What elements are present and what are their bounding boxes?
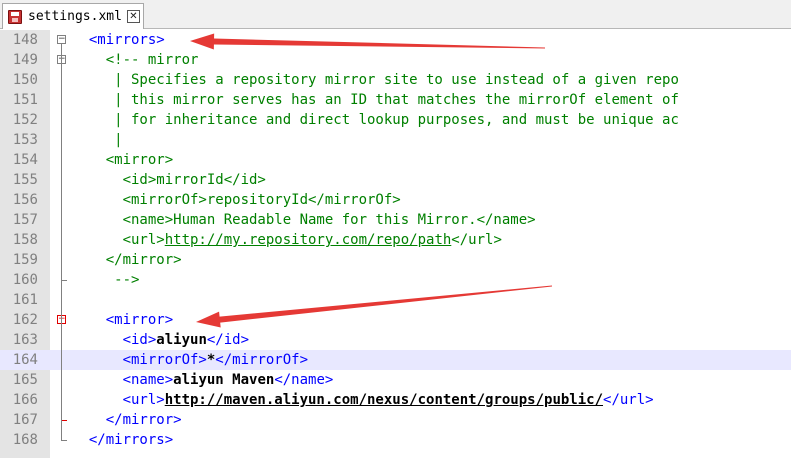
annotation-arrow-mirrors	[190, 33, 546, 50]
annotation-layer	[190, 33, 553, 328]
annotation-arrow-mirror	[196, 285, 553, 328]
